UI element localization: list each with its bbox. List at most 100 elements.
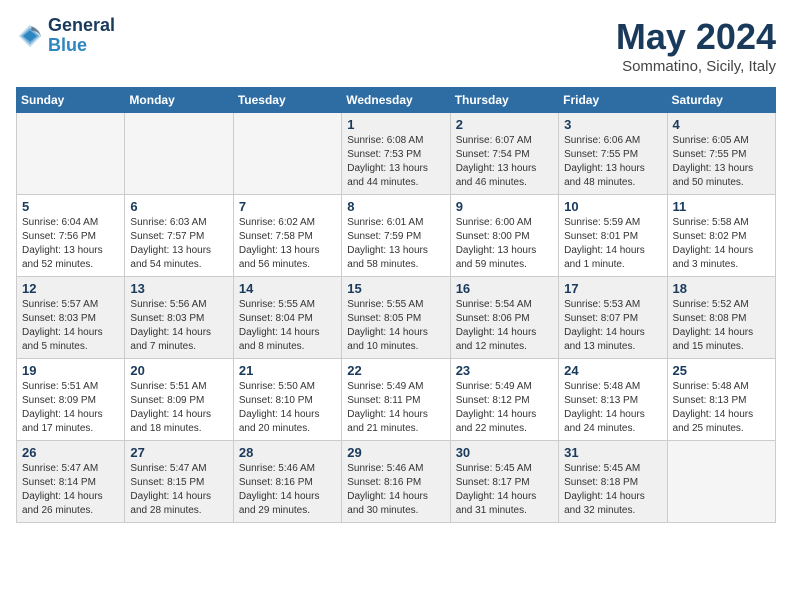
column-header-tuesday: Tuesday [233, 88, 341, 113]
day-number: 27 [130, 445, 227, 460]
cell-info: Sunrise: 5:55 AMSunset: 8:04 PMDaylight:… [239, 298, 336, 354]
cell-info: Sunrise: 6:01 AMSunset: 7:59 PMDaylight:… [347, 216, 444, 272]
cell-info: Sunrise: 5:55 AMSunset: 8:05 PMDaylight:… [347, 298, 444, 354]
calendar-cell: 8 Sunrise: 6:01 AMSunset: 7:59 PMDaylight… [342, 195, 450, 277]
day-number: 30 [456, 445, 553, 460]
day-number: 19 [22, 363, 119, 378]
column-header-thursday: Thursday [450, 88, 558, 113]
calendar-cell: 13 Sunrise: 5:56 AMSunset: 8:03 PMDayligh… [125, 277, 233, 359]
day-number: 2 [456, 117, 553, 132]
calendar-cell: 1 Sunrise: 6:08 AMSunset: 7:53 PMDaylight… [342, 113, 450, 195]
calendar-cell: 28Sunrise: 5:46 AMSunset: 8:16 PMDayligh… [233, 441, 341, 523]
day-number: 4 [673, 117, 770, 132]
cell-info: Sunrise: 6:08 AMSunset: 7:53 PMDaylight:… [347, 134, 444, 190]
calendar-cell: 31 Sunrise: 5:45 AMSunset: 8:18 PMDayligh… [559, 441, 667, 523]
cell-info: Sunrise: 6:02 AMSunset: 7:58 PMDaylight:… [239, 216, 336, 272]
day-number: 15 [347, 281, 444, 296]
calendar-cell: 26 Sunrise: 5:47 AMSunset: 8:14 PMDayligh… [17, 441, 125, 523]
day-number: 12 [22, 281, 119, 296]
cell-info: Sunrise: 5:57 AMSunset: 8:03 PMDaylight:… [22, 298, 119, 354]
calendar-cell: 30Sunrise: 5:45 AMSunset: 8:17 PMDayligh… [450, 441, 558, 523]
cell-info: Sunrise: 5:48 AMSunset: 8:13 PMDaylight:… [673, 380, 770, 436]
day-number: 25 [673, 363, 770, 378]
logo-icon [16, 22, 44, 50]
calendar-cell: 29 Sunrise: 5:46 AMSunset: 8:16 PMDayligh… [342, 441, 450, 523]
calendar-cell: 11 Sunrise: 5:58 AMSunset: 8:02 PMDayligh… [667, 195, 775, 277]
day-number: 7 [239, 199, 336, 214]
column-header-sunday: Sunday [17, 88, 125, 113]
day-number: 6 [130, 199, 227, 214]
day-number: 13 [130, 281, 227, 296]
calendar-cell: 6 Sunrise: 6:03 AMSunset: 7:57 PMDaylight… [125, 195, 233, 277]
calendar-cell: 2 Sunrise: 6:07 AMSunset: 7:54 PMDaylight… [450, 113, 558, 195]
title-block: May 2024 Sommatino, Sicily, Italy [616, 16, 776, 75]
day-number: 31 [564, 445, 661, 460]
cell-info: Sunrise: 5:51 AMSunset: 8:09 PMDaylight:… [130, 380, 227, 436]
calendar-cell: 19Sunrise: 5:51 AMSunset: 8:09 PMDayligh… [17, 359, 125, 441]
month-title: May 2024 [616, 16, 776, 58]
calendar-cell: 7 Sunrise: 6:02 AMSunset: 7:58 PMDaylight… [233, 195, 341, 277]
calendar-cell: 27 Sunrise: 5:47 AMSunset: 8:15 PMDayligh… [125, 441, 233, 523]
calendar-cell: 22 Sunrise: 5:49 AMSunset: 8:11 PMDayligh… [342, 359, 450, 441]
calendar-cell: 3 Sunrise: 6:06 AMSunset: 7:55 PMDaylight… [559, 113, 667, 195]
cell-info: Sunrise: 5:47 AMSunset: 8:15 PMDaylight:… [130, 462, 227, 518]
day-number: 3 [564, 117, 661, 132]
cell-info: Sunrise: 5:46 AMSunset: 8:16 PMDaylight:… [347, 462, 444, 518]
cell-info: Sunrise: 6:07 AMSunset: 7:54 PMDaylight:… [456, 134, 553, 190]
day-number: 16 [456, 281, 553, 296]
calendar-cell: 15 Sunrise: 5:55 AMSunset: 8:05 PMDayligh… [342, 277, 450, 359]
week-row-2: 5Sunrise: 6:04 AMSunset: 7:56 PMDaylight… [17, 195, 776, 277]
calendar-cell: 9 Sunrise: 6:00 AMSunset: 8:00 PMDaylight… [450, 195, 558, 277]
day-number: 11 [673, 199, 770, 214]
day-number: 26 [22, 445, 119, 460]
cell-info: Sunrise: 6:03 AMSunset: 7:57 PMDaylight:… [130, 216, 227, 272]
week-row-5: 26 Sunrise: 5:47 AMSunset: 8:14 PMDayligh… [17, 441, 776, 523]
day-number: 21 [239, 363, 336, 378]
day-number: 24 [564, 363, 661, 378]
calendar-cell [667, 441, 775, 523]
calendar-cell: 12 Sunrise: 5:57 AMSunset: 8:03 PMDayligh… [17, 277, 125, 359]
cell-info: Sunrise: 6:04 AMSunset: 7:56 PMDaylight:… [22, 216, 119, 272]
day-number: 29 [347, 445, 444, 460]
column-header-wednesday: Wednesday [342, 88, 450, 113]
cell-info: Sunrise: 5:58 AMSunset: 8:02 PMDaylight:… [673, 216, 770, 272]
calendar-cell: 14 Sunrise: 5:55 AMSunset: 8:04 PMDayligh… [233, 277, 341, 359]
cell-info: Sunrise: 5:49 AMSunset: 8:11 PMDaylight:… [347, 380, 444, 436]
cell-info: Sunrise: 5:48 AMSunset: 8:13 PMDaylight:… [564, 380, 661, 436]
logo-text: General Blue [48, 16, 115, 56]
calendar-cell [125, 113, 233, 195]
calendar-cell: 5Sunrise: 6:04 AMSunset: 7:56 PMDaylight… [17, 195, 125, 277]
column-header-saturday: Saturday [667, 88, 775, 113]
calendar-cell: 23Sunrise: 5:49 AMSunset: 8:12 PMDayligh… [450, 359, 558, 441]
day-number: 9 [456, 199, 553, 214]
day-number: 1 [347, 117, 444, 132]
cell-info: Sunrise: 5:59 AMSunset: 8:01 PMDaylight:… [564, 216, 661, 272]
logo: General Blue [16, 16, 115, 56]
calendar-cell: 4 Sunrise: 6:05 AMSunset: 7:55 PMDaylight… [667, 113, 775, 195]
cell-info: Sunrise: 6:05 AMSunset: 7:55 PMDaylight:… [673, 134, 770, 190]
calendar-cell: 20 Sunrise: 5:51 AMSunset: 8:09 PMDayligh… [125, 359, 233, 441]
cell-info: Sunrise: 5:53 AMSunset: 8:07 PMDaylight:… [564, 298, 661, 354]
day-number: 10 [564, 199, 661, 214]
cell-info: Sunrise: 5:49 AMSunset: 8:12 PMDaylight:… [456, 380, 553, 436]
cell-info: Sunrise: 5:52 AMSunset: 8:08 PMDaylight:… [673, 298, 770, 354]
cell-info: Sunrise: 5:47 AMSunset: 8:14 PMDaylight:… [22, 462, 119, 518]
day-number: 14 [239, 281, 336, 296]
cell-info: Sunrise: 6:00 AMSunset: 8:00 PMDaylight:… [456, 216, 553, 272]
calendar-cell: 10 Sunrise: 5:59 AMSunset: 8:01 PMDayligh… [559, 195, 667, 277]
cell-info: Sunrise: 6:06 AMSunset: 7:55 PMDaylight:… [564, 134, 661, 190]
week-row-3: 12 Sunrise: 5:57 AMSunset: 8:03 PMDayligh… [17, 277, 776, 359]
cell-info: Sunrise: 5:56 AMSunset: 8:03 PMDaylight:… [130, 298, 227, 354]
day-number: 8 [347, 199, 444, 214]
day-number: 22 [347, 363, 444, 378]
cell-info: Sunrise: 5:54 AMSunset: 8:06 PMDaylight:… [456, 298, 553, 354]
day-number: 20 [130, 363, 227, 378]
calendar-table: SundayMondayTuesdayWednesdayThursdayFrid… [16, 87, 776, 523]
cell-info: Sunrise: 5:50 AMSunset: 8:10 PMDaylight:… [239, 380, 336, 436]
cell-info: Sunrise: 5:45 AMSunset: 8:18 PMDaylight:… [564, 462, 661, 518]
calendar-cell [17, 113, 125, 195]
calendar-cell: 17Sunrise: 5:53 AMSunset: 8:07 PMDayligh… [559, 277, 667, 359]
location-subtitle: Sommatino, Sicily, Italy [616, 58, 776, 75]
calendar-cell: 25 Sunrise: 5:48 AMSunset: 8:13 PMDayligh… [667, 359, 775, 441]
week-row-4: 19 Sunrise: 5:51 AMSunset: 8:09 PMDayligh… [17, 359, 776, 441]
